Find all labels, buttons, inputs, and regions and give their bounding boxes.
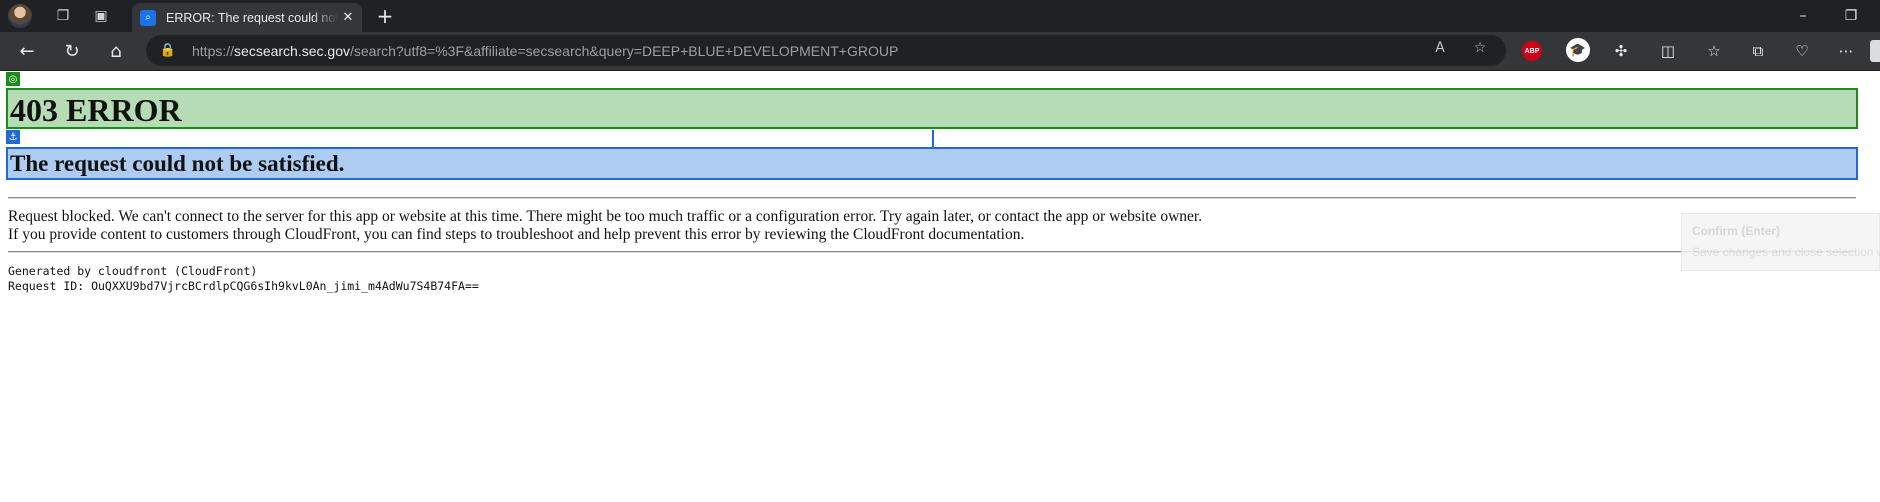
home-icon[interactable]: ⌂ xyxy=(101,36,131,66)
lock-icon[interactable]: 🔒 xyxy=(160,43,176,59)
restore-icon[interactable]: ❐ xyxy=(1828,0,1874,32)
collections-icon[interactable]: ⧉ xyxy=(1745,40,1771,62)
target-icon: ◎ xyxy=(6,72,20,86)
address-bar[interactable]: 🔒 https://secsearch.sec.gov/search?utf8=… xyxy=(146,35,1506,66)
back-arrow-icon[interactable]: ← xyxy=(12,36,42,66)
close-icon[interactable]: ✕ xyxy=(338,10,358,25)
browser-essentials-icon[interactable]: ♡ xyxy=(1789,40,1815,62)
tooltip-title: Confirm (Enter) xyxy=(1692,224,1780,238)
minimize-icon[interactable]: – xyxy=(1780,0,1826,32)
heading-box: 403 ERROR xyxy=(6,88,1858,129)
workspaces-icon[interactable]: ❐ xyxy=(44,0,82,32)
adblock-extension-icon[interactable]: ABP xyxy=(1522,41,1542,61)
tooltip-body: Save changes and close selection w xyxy=(1692,245,1880,259)
more-icon[interactable]: ⋯ xyxy=(1833,40,1859,62)
divider xyxy=(8,251,1856,253)
favorites-icon[interactable]: ☆ xyxy=(1701,40,1727,62)
cloudfront-help-text: If you provide content to customers thro… xyxy=(8,226,1025,243)
url-host: secsearch.sec.gov xyxy=(234,42,350,59)
puzzle-icon[interactable]: ✣ xyxy=(1608,40,1634,62)
graduation-cap-extension-icon[interactable]: 🎓 xyxy=(1566,38,1590,62)
tab-actions-icon[interactable]: ▣ xyxy=(82,0,120,32)
page-content: ◎ 403 ERROR ⚓ The request could not be s… xyxy=(0,71,1880,502)
navigation-bar: ← ↻ ⌂ 🔒 https://secsearch.sec.gov/search… xyxy=(0,32,1880,71)
subheading-box: The request could not be satisfied. xyxy=(6,147,1858,180)
star-icon[interactable]: ☆ xyxy=(1467,36,1493,60)
page-title: 403 ERROR xyxy=(10,92,182,128)
plus-icon[interactable]: + xyxy=(372,0,398,32)
tab-title: ERROR: The request could not be satisfie… xyxy=(166,10,338,25)
refresh-icon[interactable]: ↻ xyxy=(57,36,87,66)
read-aloud-icon[interactable]: A xyxy=(1427,36,1453,60)
sidebar-toggle[interactable] xyxy=(1870,40,1880,62)
confirm-tooltip: Confirm (Enter) Save changes and close s… xyxy=(1681,213,1880,271)
highlight-connector xyxy=(932,130,934,147)
split-screen-icon[interactable]: ◫ xyxy=(1655,40,1681,62)
divider xyxy=(8,197,1856,199)
url-scheme: https:// xyxy=(192,42,235,59)
error-message: Request blocked. We can't connect to the… xyxy=(8,208,1203,225)
profile-avatar-icon[interactable] xyxy=(8,4,32,28)
generated-by-text: Generated by cloudfront (CloudFront) xyxy=(8,264,258,278)
page-subtitle: The request could not be satisfied. xyxy=(10,151,345,176)
search-icon: ⌕ xyxy=(140,9,156,26)
anchor-icon: ⚓ xyxy=(6,130,20,144)
url-path: /search?utf8=%3F&affiliate=secsearch&que… xyxy=(349,42,899,59)
address-url[interactable]: https://secsearch.sec.gov/search?utf8=%3… xyxy=(192,43,898,59)
request-id-text: Request ID: OuQXXU9bd7VjrcBCrdlpCQG6sIh9… xyxy=(8,279,479,293)
browser-tab[interactable]: ⌕ ERROR: The request could not be satisf… xyxy=(132,3,362,32)
